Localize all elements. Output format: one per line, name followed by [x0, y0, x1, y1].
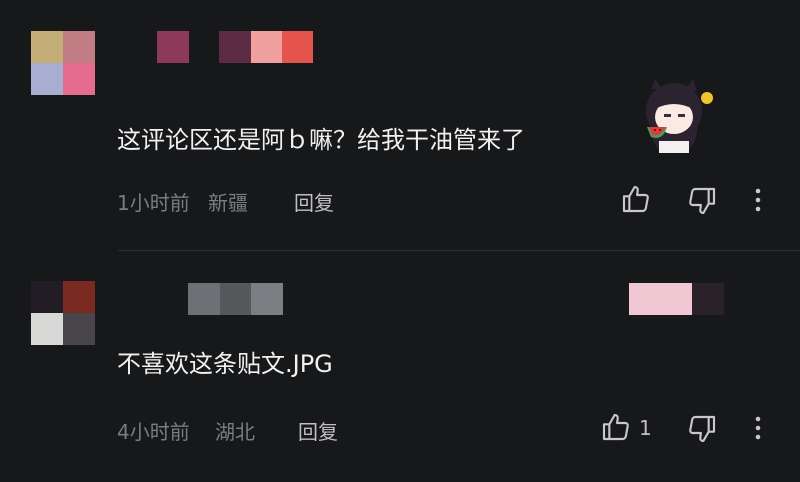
comment-time: 4小时前: [117, 420, 190, 444]
redaction-block: [251, 283, 283, 315]
comment-item: 不喜欢这条贴文.JPG 4小时前 湖北 回复 1: [0, 251, 800, 482]
redaction-block: [157, 31, 189, 63]
avatar-tile: [63, 313, 95, 345]
more-vertical-icon[interactable]: [748, 186, 768, 214]
more-vertical-icon[interactable]: [748, 414, 768, 442]
badge-redacted: [629, 283, 724, 315]
thumbs-down-icon[interactable]: [686, 413, 718, 445]
username-redacted[interactable]: [188, 283, 283, 315]
thumbs-down-icon[interactable]: [686, 185, 718, 217]
redaction-block: [282, 31, 313, 63]
comment-item: 这评论区还是阿ｂ嘛？给我干油管来了 1小时前 新疆 回复: [0, 0, 800, 250]
avatar-tile: [31, 281, 63, 313]
girl-eating-watermelon-sticker: [646, 79, 713, 153]
redaction-block: [692, 283, 724, 315]
avatar-tile: [31, 63, 63, 95]
comment-location: 湖北: [215, 420, 255, 444]
avatar-tile: [31, 31, 63, 63]
avatar[interactable]: [31, 31, 95, 95]
avatar[interactable]: [31, 281, 95, 345]
like-count: 1: [639, 416, 652, 440]
redaction-block: [629, 283, 661, 315]
reply-button[interactable]: 回复: [294, 187, 334, 216]
thumbs-up-icon[interactable]: [620, 183, 652, 215]
thumbs-up-icon[interactable]: [600, 411, 632, 443]
avatar-tile: [63, 63, 95, 95]
reply-button[interactable]: 回复: [298, 416, 338, 445]
comment-text: 不喜欢这条贴文.JPG: [117, 350, 333, 378]
avatar-tile: [63, 31, 95, 63]
comment-location: 新疆: [208, 191, 248, 215]
username-redacted[interactable]: [157, 31, 313, 63]
avatar-tile: [63, 281, 95, 313]
redaction-block: [251, 31, 282, 63]
redaction-block: [219, 31, 251, 63]
redaction-block: [661, 283, 692, 315]
avatar-tile: [31, 313, 63, 345]
redaction-block: [188, 283, 220, 315]
comment-time: 1小时前: [117, 191, 190, 215]
redaction-block: [220, 283, 251, 315]
comment-text: 这评论区还是阿ｂ嘛？给我干油管来了: [117, 126, 525, 154]
